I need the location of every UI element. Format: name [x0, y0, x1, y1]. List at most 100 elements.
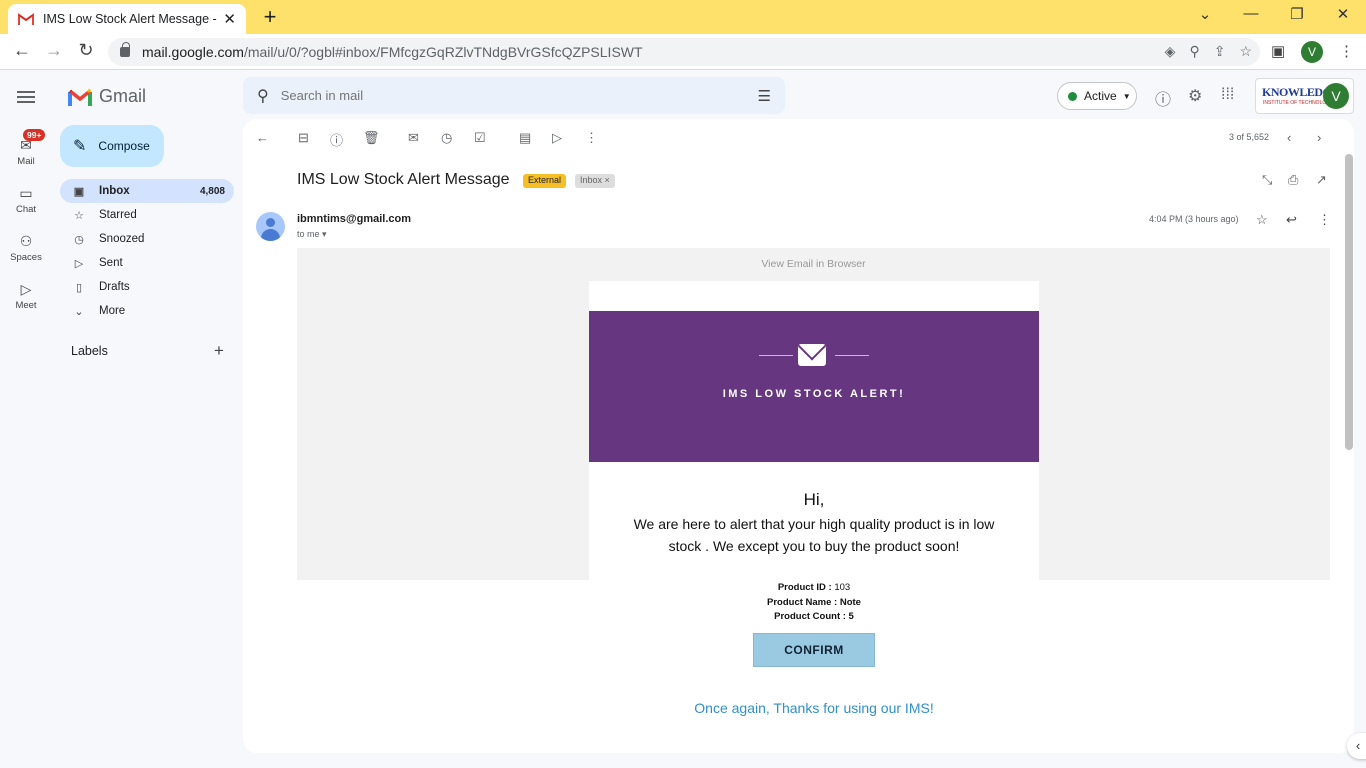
- rail-chat-label: Chat: [15, 204, 37, 215]
- sender-avatar: [256, 212, 285, 241]
- gmail-logo[interactable]: Gmail: [68, 86, 146, 107]
- gmail-m-icon: [68, 88, 92, 106]
- sidebar-item-sent[interactable]: ▷ Sent: [60, 251, 234, 275]
- open-new-window-icon[interactable]: ↗: [1316, 172, 1327, 188]
- inbox-label-chip[interactable]: Inbox ×: [575, 174, 615, 188]
- status-label: Active: [1084, 89, 1117, 103]
- account-switcher[interactable]: KNOWLEDGE INSTITUTE OF TECHNOLOGY V: [1255, 78, 1354, 114]
- send-icon: ▷: [74, 257, 84, 270]
- mark-unread-icon[interactable]: ✉: [408, 130, 419, 146]
- scrollbar-thumb[interactable]: [1345, 154, 1353, 450]
- star-message-icon[interactable]: ☆: [1256, 212, 1268, 228]
- settings-gear-icon[interactable]: ⚙: [1188, 86, 1202, 106]
- message-more-icon[interactable]: ⋮: [1318, 212, 1331, 228]
- label-icon[interactable]: ▷: [552, 130, 562, 146]
- rail-meet[interactable]: ▷ Meet: [0, 281, 52, 311]
- side-panel-toggle-icon[interactable]: ‹: [1347, 733, 1366, 759]
- lock-icon[interactable]: [120, 42, 130, 57]
- pagination-text: 3 of 5,652: [1229, 132, 1270, 142]
- rail-spaces[interactable]: ⚇ Spaces: [0, 233, 52, 263]
- back-to-inbox-icon[interactable]: ←: [256, 130, 269, 145]
- search-icon[interactable]: ⚲: [257, 86, 269, 106]
- move-to-icon[interactable]: ▤: [519, 130, 531, 146]
- sidebar-item-label: Starred: [99, 209, 137, 221]
- apps-grid-icon[interactable]: ⁞⁞⁞: [1221, 86, 1234, 104]
- browser-tab[interactable]: IMS Low Stock Alert Message - 2 ✕: [8, 4, 246, 34]
- tab-search-icon[interactable]: ⌄: [1182, 5, 1228, 23]
- print-icon[interactable]: ⎙: [1288, 172, 1298, 188]
- compose-button[interactable]: ✎ Compose: [60, 125, 164, 167]
- browser-tab-bar: IMS Low Stock Alert Message - 2 ✕ + ⌄ — …: [0, 0, 1366, 34]
- forward-icon[interactable]: →: [42, 40, 66, 61]
- more-options-icon[interactable]: ⋮: [585, 130, 598, 146]
- gmail-favicon-icon: [18, 13, 34, 25]
- org-logo-subtext: INSTITUTE OF TECHNOLOGY: [1263, 100, 1334, 106]
- product-id-row: Product ID : 103: [589, 582, 1039, 593]
- confirm-button[interactable]: CONFIRM: [753, 633, 875, 667]
- back-icon[interactable]: ←: [10, 40, 34, 61]
- view-in-browser-link[interactable]: View Email in Browser: [297, 258, 1330, 270]
- search-bar[interactable]: ⚲ ☰: [243, 77, 785, 114]
- star-icon: ☆: [74, 209, 84, 222]
- url-host: mail.google.com: [142, 44, 244, 60]
- unread-badge: 99+: [23, 129, 46, 141]
- status-selector[interactable]: Active ▼: [1057, 82, 1137, 110]
- sidebar-item-drafts[interactable]: ▯ Drafts: [60, 275, 234, 299]
- alert-banner: IMS LOW STOCK ALERT!: [589, 311, 1039, 462]
- main-menu-icon[interactable]: [17, 88, 35, 106]
- active-status-dot: [1068, 91, 1077, 101]
- chevron-down-icon: ▼: [1122, 91, 1131, 101]
- new-tab-button[interactable]: +: [258, 4, 282, 30]
- tab-title: IMS Low Stock Alert Message - 2: [43, 12, 218, 26]
- browser-profile-avatar[interactable]: V: [1301, 41, 1323, 63]
- sender-email[interactable]: ibmntims@gmail.com: [297, 213, 411, 225]
- report-spam-icon[interactable]: ⓘ: [330, 130, 343, 149]
- reply-icon[interactable]: ↩: [1286, 212, 1297, 228]
- add-task-icon[interactable]: ☑: [474, 130, 486, 146]
- account-avatar[interactable]: V: [1323, 83, 1349, 109]
- collapse-all-icon[interactable]: ⤡: [1262, 172, 1272, 188]
- search-options-icon[interactable]: ☰: [758, 87, 771, 105]
- sidebar-item-more[interactable]: ⌄ More: [60, 299, 234, 323]
- rail-mail[interactable]: ✉ Mail: [0, 137, 52, 167]
- zoom-icon[interactable]: ⚲: [1189, 43, 1199, 60]
- product-id-label: Product ID :: [777, 582, 832, 593]
- product-count-row: Product Count : 5: [589, 611, 1039, 622]
- greeting: Hi,: [803, 490, 825, 509]
- browser-menu-icon[interactable]: ⋮: [1339, 42, 1354, 60]
- rail-chat[interactable]: ▭ Chat: [0, 185, 52, 215]
- close-window-icon[interactable]: ✕: [1320, 5, 1366, 23]
- sidebar-item-snoozed[interactable]: ◷ Snoozed: [60, 227, 234, 251]
- compose-label: Compose: [98, 139, 150, 153]
- address-bar-row: ← → ↻ mail.google.com/mail/u/0/?ogbl#inb…: [0, 34, 1366, 70]
- newer-icon[interactable]: ›: [1317, 130, 1321, 145]
- archive-icon[interactable]: ⊟: [298, 130, 309, 146]
- inbox-count: 4,808: [199, 185, 225, 197]
- sidebar-item-label: Snoozed: [99, 233, 145, 245]
- recipient-details[interactable]: to me ▾: [297, 229, 327, 240]
- sidebar-item-label: More: [99, 305, 126, 317]
- meet-icon: ▷: [20, 281, 32, 297]
- rail-spaces-label: Spaces: [10, 252, 42, 263]
- share-icon[interactable]: ⇪: [1214, 43, 1226, 60]
- minimize-icon[interactable]: —: [1228, 5, 1274, 22]
- add-label-icon[interactable]: +: [214, 341, 224, 361]
- tab-close-icon[interactable]: ✕: [223, 10, 236, 28]
- bookmark-star-icon[interactable]: ☆: [1239, 43, 1252, 60]
- side-panel-icon[interactable]: ▣: [1271, 42, 1285, 60]
- omnibox[interactable]: mail.google.com/mail/u/0/?ogbl#inbox/FMf…: [108, 38, 1260, 66]
- help-icon[interactable]: ⓘ: [1155, 86, 1171, 110]
- restore-icon[interactable]: ❐: [1274, 5, 1320, 23]
- sidebar-item-starred[interactable]: ☆ Starred: [60, 203, 234, 227]
- sidebar-item-inbox[interactable]: ▣ Inbox 4,808: [60, 179, 234, 203]
- older-icon[interactable]: ‹: [1287, 130, 1291, 145]
- rail-meet-label: Meet: [15, 300, 37, 311]
- chat-icon: ▭: [19, 185, 33, 201]
- eye-icon[interactable]: ◈: [1165, 43, 1176, 60]
- delete-icon[interactable]: 🗑: [363, 130, 380, 146]
- inbox-icon: ▣: [73, 185, 85, 198]
- chevron-down-icon: ⌄: [74, 305, 84, 318]
- search-input[interactable]: [280, 88, 721, 103]
- reload-icon[interactable]: ↻: [74, 40, 98, 61]
- snooze-icon[interactable]: ◷: [441, 130, 452, 146]
